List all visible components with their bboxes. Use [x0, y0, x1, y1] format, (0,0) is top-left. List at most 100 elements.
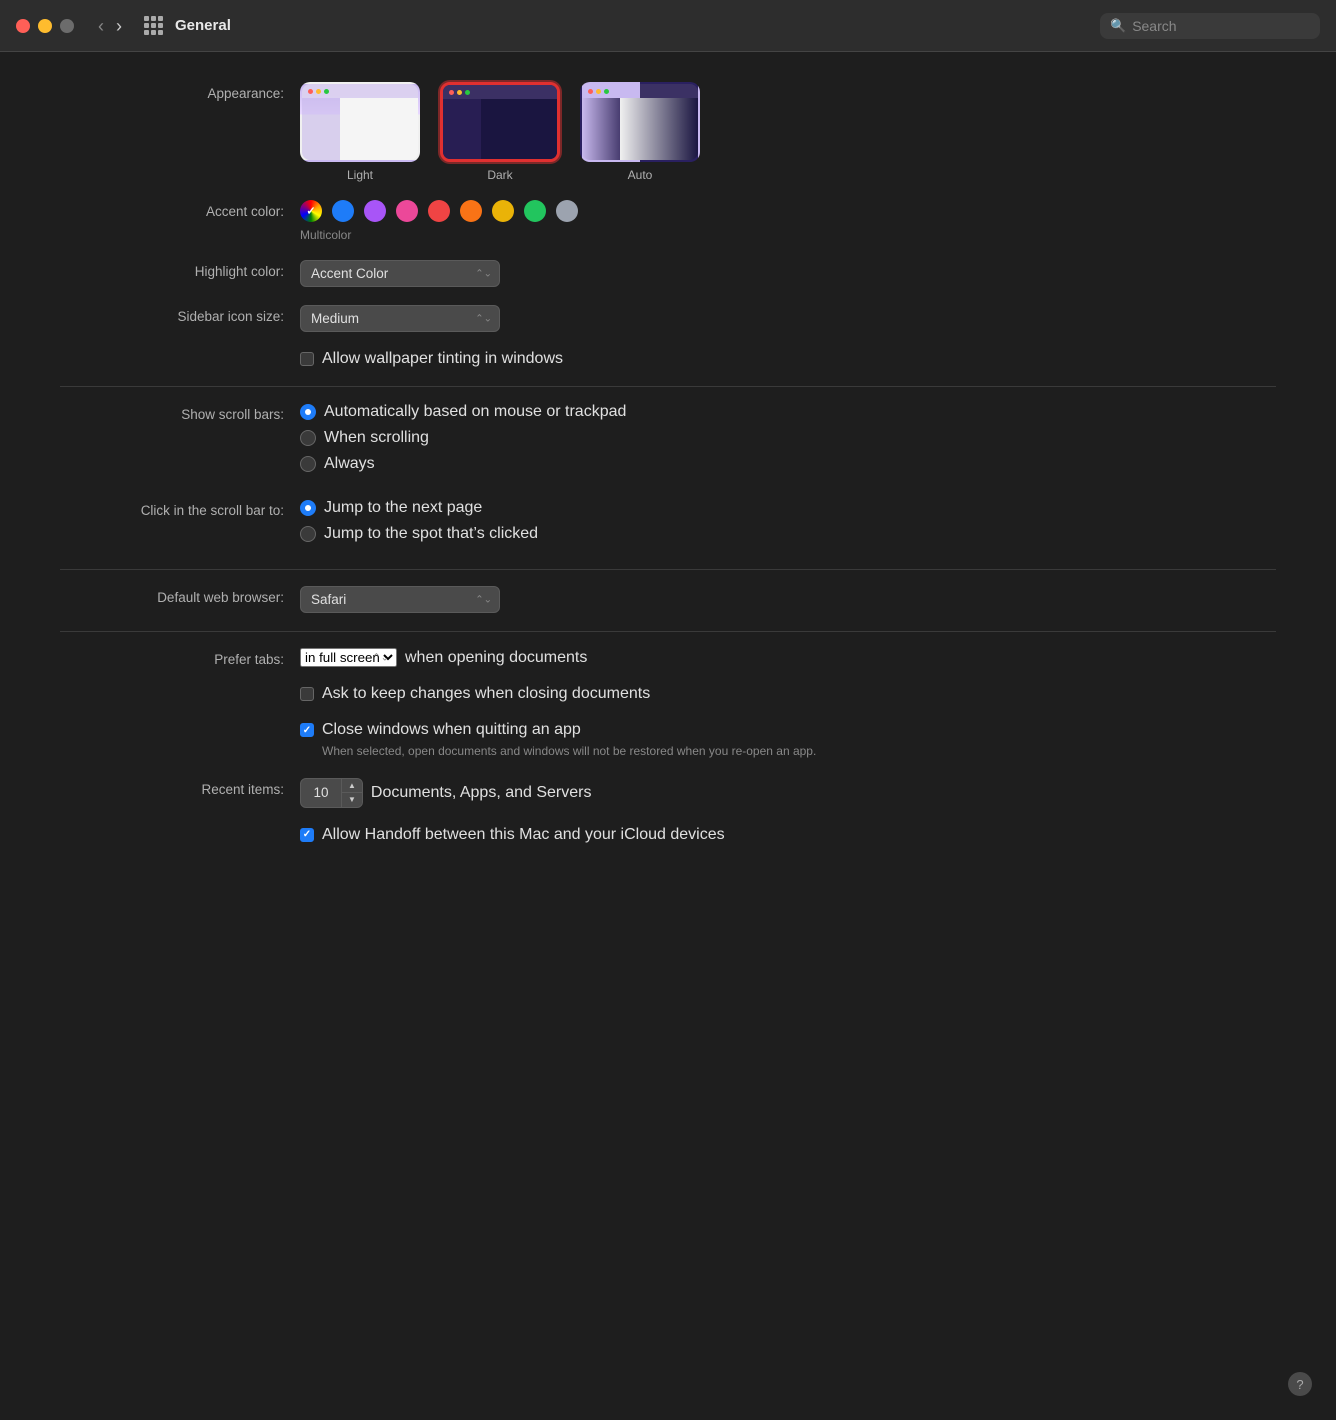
click-next-page-label: Jump to the next page	[324, 499, 482, 517]
appearance-light-label: Light	[347, 168, 373, 182]
accent-red-btn[interactable]	[428, 200, 450, 222]
sidebar-dropdown-wrapper: Small Medium Large ⌃⌄	[300, 305, 500, 332]
multicolor-label: Multicolor	[300, 228, 1276, 242]
nav-buttons: ‹ ›	[94, 15, 126, 37]
prefer-tabs-dropdown-wrapper: always in full screen manually ⌃⌄	[300, 648, 397, 667]
accent-pink-btn[interactable]	[396, 200, 418, 222]
sidebar-icon-size-select[interactable]: Small Medium Large	[300, 305, 500, 332]
click-spot-label: Jump to the spot that’s clicked	[324, 525, 538, 543]
show-scroll-bars-row: Show scroll bars: Automatically based on…	[60, 403, 1276, 481]
click-spot-radio[interactable]	[300, 526, 316, 542]
accent-purple-btn[interactable]	[364, 200, 386, 222]
accent-multicolor-btn[interactable]	[300, 200, 322, 222]
fullscreen-button[interactable]	[60, 19, 74, 33]
main-content: Appearance: Light	[0, 52, 1336, 1420]
default-browser-control: Safari Chrome Firefox ⌃⌄	[300, 586, 1276, 613]
search-input[interactable]	[1132, 18, 1310, 34]
default-browser-label: Default web browser:	[60, 586, 300, 605]
accent-blue-btn[interactable]	[332, 200, 354, 222]
click-next-page-radio[interactable]	[300, 500, 316, 516]
ask-keep-changes-control: Ask to keep changes when closing documen…	[300, 685, 1276, 703]
click-scroll-bar-control: Jump to the next page Jump to the spot t…	[300, 499, 1276, 551]
divider-1	[60, 386, 1276, 387]
back-button[interactable]: ‹	[94, 15, 108, 37]
close-windows-content: Close windows when quitting an app When …	[322, 721, 816, 760]
scroll-always-radio[interactable]	[300, 456, 316, 472]
appearance-row: Appearance: Light	[60, 82, 1276, 182]
scroll-scrolling-radio[interactable]	[300, 430, 316, 446]
ask-keep-changes-row: Ask to keep changes when closing documen…	[60, 685, 1276, 703]
recent-items-suffix: Documents, Apps, and Servers	[371, 784, 592, 802]
sidebar-icon-size-row: Sidebar icon size: Small Medium Large ⌃⌄	[60, 305, 1276, 332]
scroll-scrolling-row: When scrolling	[300, 429, 1276, 447]
search-bar[interactable]: 🔍	[1100, 13, 1320, 39]
page-title: General	[175, 17, 1088, 34]
allow-handoff-label	[60, 826, 300, 830]
prefer-tabs-row: Prefer tabs: always in full screen manua…	[60, 648, 1276, 667]
browser-dropdown-wrapper: Safari Chrome Firefox ⌃⌄	[300, 586, 500, 613]
appearance-thumb-dark	[440, 82, 560, 162]
appearance-dark[interactable]: Dark	[440, 82, 560, 182]
accent-color-row: Accent color: Multicolor	[60, 200, 1276, 242]
close-windows-text: Close windows when quitting an app	[322, 721, 581, 738]
grid-icon[interactable]	[144, 16, 163, 35]
minimize-button[interactable]	[38, 19, 52, 33]
accent-graphite-btn[interactable]	[556, 200, 578, 222]
allow-handoff-text: Allow Handoff between this Mac and your …	[322, 826, 725, 844]
accent-color-control: Multicolor	[300, 200, 1276, 242]
accent-green-btn[interactable]	[524, 200, 546, 222]
scroll-always-label: Always	[324, 455, 375, 473]
close-windows-label	[60, 721, 300, 725]
sidebar-icon-size-label: Sidebar icon size:	[60, 305, 300, 324]
scroll-auto-radio[interactable]	[300, 404, 316, 420]
stepper-down-btn[interactable]: ▼	[342, 793, 362, 807]
prefer-tabs-label: Prefer tabs:	[60, 648, 300, 667]
wallpaper-tinting-checkbox[interactable]	[300, 352, 314, 366]
click-next-page-row: Jump to the next page	[300, 499, 1276, 517]
recent-items-label: Recent items:	[60, 778, 300, 797]
scroll-auto-label: Automatically based on mouse or trackpad	[324, 403, 626, 421]
show-scroll-bars-control: Automatically based on mouse or trackpad…	[300, 403, 1276, 481]
appearance-auto[interactable]: Auto	[580, 82, 700, 182]
stepper-up-btn[interactable]: ▲	[342, 779, 362, 794]
prefer-tabs-inline-row: always in full screen manually ⌃⌄ when o…	[300, 648, 1276, 667]
search-icon: 🔍	[1110, 18, 1126, 34]
divider-3	[60, 631, 1276, 632]
show-scroll-bars-label: Show scroll bars:	[60, 403, 300, 422]
wallpaper-tinting-checkbox-row: Allow wallpaper tinting in windows	[300, 350, 1276, 368]
highlight-color-row: Highlight color: Accent Color Blue Purpl…	[60, 260, 1276, 287]
scroll-always-row: Always	[300, 455, 1276, 473]
allow-handoff-row: Allow Handoff between this Mac and your …	[60, 826, 1276, 844]
highlight-color-select[interactable]: Accent Color Blue Purple Pink Red Orange…	[300, 260, 500, 287]
scroll-scrolling-label: When scrolling	[324, 429, 429, 447]
close-windows-subtext: When selected, open documents and window…	[322, 743, 816, 760]
divider-2	[60, 569, 1276, 570]
appearance-thumb-light	[300, 82, 420, 162]
prefer-tabs-select[interactable]: always in full screen manually	[300, 648, 397, 667]
accent-yellow-btn[interactable]	[492, 200, 514, 222]
titlebar: ‹ › General 🔍	[0, 0, 1336, 52]
appearance-control: Light Dark	[300, 82, 1276, 182]
appearance-dark-label: Dark	[487, 168, 512, 182]
stepper-value: 10	[301, 781, 341, 804]
appearance-thumb-auto	[580, 82, 700, 162]
allow-handoff-checkbox[interactable]	[300, 828, 314, 842]
sidebar-icon-size-control: Small Medium Large ⌃⌄	[300, 305, 1276, 332]
close-button[interactable]	[16, 19, 30, 33]
ask-keep-changes-text: Ask to keep changes when closing documen…	[322, 685, 650, 703]
accent-orange-btn[interactable]	[460, 200, 482, 222]
wallpaper-tinting-label	[60, 350, 300, 354]
ask-keep-changes-checkbox[interactable]	[300, 687, 314, 701]
recent-items-control: 10 ▲ ▼ Documents, Apps, and Servers	[300, 778, 1276, 808]
default-browser-row: Default web browser: Safari Chrome Firef…	[60, 586, 1276, 613]
default-browser-select[interactable]: Safari Chrome Firefox	[300, 586, 500, 613]
close-windows-checkbox[interactable]	[300, 723, 314, 737]
allow-handoff-control: Allow Handoff between this Mac and your …	[300, 826, 1276, 844]
help-button[interactable]: ?	[1288, 1372, 1312, 1396]
traffic-lights	[16, 19, 74, 33]
appearance-light[interactable]: Light	[300, 82, 420, 182]
forward-button[interactable]: ›	[112, 15, 126, 37]
accent-colors	[300, 200, 1276, 222]
ask-keep-changes-checkbox-row: Ask to keep changes when closing documen…	[300, 685, 1276, 703]
click-spot-row: Jump to the spot that’s clicked	[300, 525, 1276, 543]
